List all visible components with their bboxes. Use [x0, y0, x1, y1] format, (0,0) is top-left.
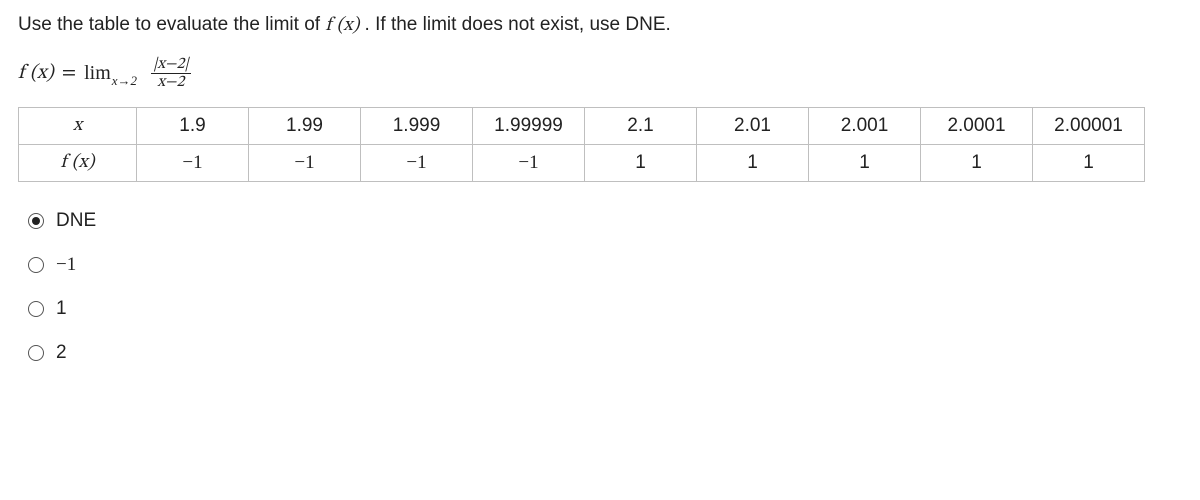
- f-cell: 1: [585, 144, 697, 181]
- option-2[interactable]: 2: [28, 342, 1182, 364]
- question-instruction: Use the table to evaluate the limit of f…: [18, 14, 1182, 38]
- x-cell: 2.00001: [1033, 107, 1145, 144]
- radio-icon: [28, 257, 44, 273]
- f-cell: −1: [137, 144, 249, 181]
- x-cell: 2.1: [585, 107, 697, 144]
- x-cell: 2.01: [697, 107, 809, 144]
- instruction-fx: f (x): [325, 16, 359, 35]
- f-cell: 1: [1033, 144, 1145, 181]
- f-cell: −1: [361, 144, 473, 181]
- formula-lhs: f (x): [18, 61, 54, 86]
- x-cell: 1.99999: [473, 107, 585, 144]
- f-cell: −1: [249, 144, 361, 181]
- row-label-fx: f (x): [19, 144, 137, 181]
- radio-icon: [28, 345, 44, 361]
- answer-options: DNE −1 1 2: [18, 210, 1182, 364]
- x-cell: 2.001: [809, 107, 921, 144]
- limit-operator: lim x→2: [84, 62, 137, 85]
- formula-eq: =: [62, 61, 76, 86]
- option-dne[interactable]: DNE: [28, 210, 1182, 232]
- radio-icon: [28, 301, 44, 317]
- fraction-denominator: x−2: [155, 74, 186, 91]
- fraction-numerator: |x−2|: [151, 56, 191, 73]
- option-label: 2: [56, 342, 67, 364]
- table-row: x 1.9 1.99 1.999 1.99999 2.1 2.01 2.001 …: [19, 107, 1145, 144]
- x-cell: 1.99: [249, 107, 361, 144]
- f-cell: 1: [809, 144, 921, 181]
- instruction-post: . If the limit does not exist, use DNE.: [365, 14, 671, 35]
- option-label: −1: [56, 254, 76, 276]
- x-cell: 1.9: [137, 107, 249, 144]
- f-cell: 1: [697, 144, 809, 181]
- lim-word: lim: [84, 62, 111, 85]
- x-cell: 1.999: [361, 107, 473, 144]
- instruction-pre: Use the table to evaluate the limit of: [18, 14, 325, 35]
- table-row: f (x) −1 −1 −1 −1 1 1 1 1 1: [19, 144, 1145, 181]
- radio-icon: [28, 213, 44, 229]
- x-cell: 2.0001: [921, 107, 1033, 144]
- row-label-x: x: [19, 107, 137, 144]
- fraction: |x−2| x−2: [151, 56, 191, 91]
- limit-formula: f (x) = lim x→2 |x−2| x−2: [18, 56, 1182, 91]
- f-cell: −1: [473, 144, 585, 181]
- lim-subscript: x→2: [112, 73, 137, 89]
- option-label: 1: [56, 298, 67, 320]
- values-table: x 1.9 1.99 1.999 1.99999 2.1 2.01 2.001 …: [18, 107, 1145, 182]
- f-cell: 1: [921, 144, 1033, 181]
- option-label: DNE: [56, 210, 96, 232]
- option-1[interactable]: 1: [28, 298, 1182, 320]
- option-neg1[interactable]: −1: [28, 254, 1182, 276]
